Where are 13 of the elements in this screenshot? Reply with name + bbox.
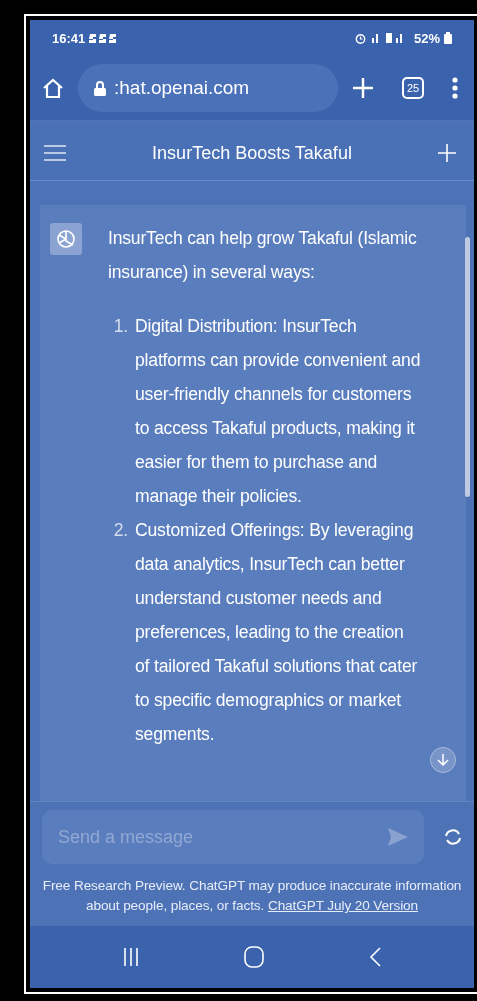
battery-percentage: 52% — [413, 30, 440, 46]
status-time: 16:41 — [52, 30, 86, 46]
url-text: :hat.openai.com — [114, 77, 250, 99]
disclaimer-text: Free Research Preview. ChatGPT may produce inaccurate information about people, places, or facts. ChatGPT July 20 Version — [41, 877, 463, 915]
address-bar[interactable]: :hat.openai.com — [78, 64, 338, 112]
list-item-text: Customized Offerings: By leveraging data analytics, InsurTech can better understand customer needs and preferences, leading to the creation of tailored Takaful solutions that cater to specific demographics or market segments. — [135, 519, 419, 746]
version-link[interactable]: ChatGPT July 20 Version — [267, 898, 418, 913]
chat-title: InsurTech Boosts Takaful — [152, 142, 352, 163]
tab-count-button[interactable]: 25 — [402, 77, 424, 99]
message-text: InsurTech can help grow Takaful (Islamic insurance) in several ways: — [108, 227, 418, 284]
list-number: 1. — [112, 315, 128, 338]
list-item-text: Digital Distribution: InsurTech platforms can provide convenient and user-friendly channels for customers to access Takaful products, making it easier for them to purchase and manage their policies. — [135, 315, 422, 508]
list-number: 2. — [112, 519, 128, 542]
